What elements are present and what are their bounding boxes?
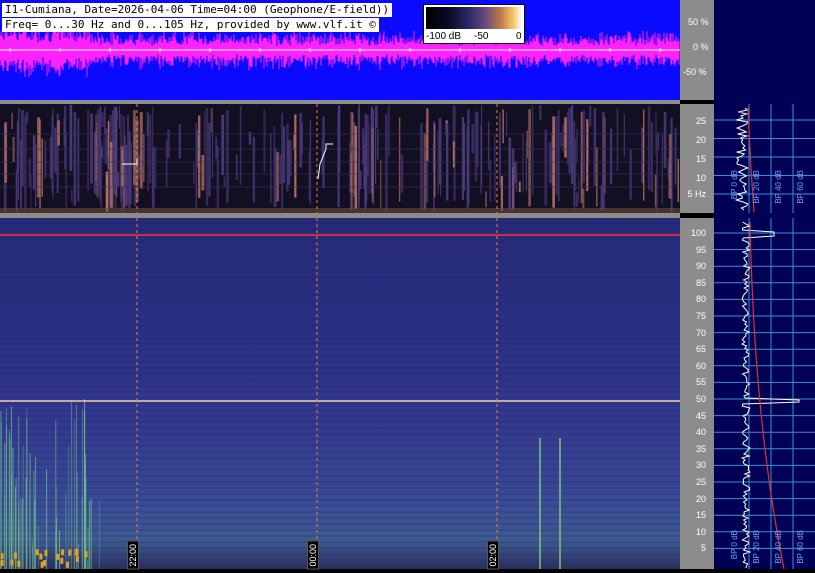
high-tick-45: 45 bbox=[695, 410, 706, 421]
high-tick-5: 5 bbox=[700, 543, 706, 554]
high-tick-75: 75 bbox=[695, 311, 706, 321]
high-band-axis: 100 95 90 85 80 75 70 65 60 55 50 45 40 35 30 25 20 15 10 5 bbox=[680, 218, 714, 569]
time-marker-2200: 22:00 bbox=[127, 541, 139, 570]
high-tick-10: 10 bbox=[695, 526, 706, 537]
high-tick-30: 30 bbox=[695, 460, 706, 471]
high-tick-60: 60 bbox=[695, 360, 706, 371]
bp-label-20-lower: BP 20 dB bbox=[752, 530, 761, 564]
time-marker-0200: 02:00 bbox=[487, 541, 499, 570]
amp-label-50: 50 % bbox=[688, 17, 709, 27]
high-tick-20: 20 bbox=[695, 493, 706, 504]
bp-label-60: BP 60 dB bbox=[796, 170, 805, 204]
colorbar-legend: -100 dB -50 0 bbox=[423, 4, 525, 44]
low-tick-10: 10 bbox=[695, 173, 706, 183]
high-tick-25: 25 bbox=[695, 477, 706, 487]
spectrum-panel: BP 0 dB BP 20 dB BP 40 dB BP 60 dB BP 0 … bbox=[714, 0, 815, 570]
low-tick-25: 25 bbox=[695, 116, 706, 126]
low-tick-5: 5 Hz bbox=[687, 189, 706, 199]
high-tick-50: 50 bbox=[695, 394, 706, 404]
low-tick-15: 15 bbox=[695, 154, 706, 164]
high-tick-85: 85 bbox=[695, 277, 706, 288]
spectrogram-low-band bbox=[0, 104, 680, 213]
title-line: I1-Cumiana, Date=2026-04-06 Time=04:00 (… bbox=[2, 3, 393, 17]
high-tick-40: 40 bbox=[695, 427, 706, 438]
high-tick-70: 70 bbox=[695, 327, 706, 338]
high-tick-90: 90 bbox=[695, 261, 706, 272]
colorbar-label-max: 0 bbox=[516, 31, 522, 42]
high-band-plot bbox=[0, 218, 680, 569]
high-tick-35: 35 bbox=[695, 443, 706, 454]
bp-label-0: BP 0 dB bbox=[730, 170, 739, 200]
high-tick-100: 100 bbox=[690, 228, 706, 238]
high-tick-65: 65 bbox=[695, 344, 706, 355]
spectrogram-high-band bbox=[0, 218, 680, 569]
bp-label-60-lower: BP 60 dB bbox=[796, 530, 805, 564]
colorbar-label-min: -100 dB bbox=[426, 31, 462, 42]
high-tick-80: 80 bbox=[695, 294, 706, 305]
bp-label-40: BP 40 dB bbox=[774, 170, 783, 204]
colorbar-gradient bbox=[426, 7, 522, 29]
bp-label-0-lower: BP 0 dB bbox=[730, 530, 739, 560]
high-tick-95: 95 bbox=[695, 244, 706, 255]
bp-label-20: BP 20 dB bbox=[752, 170, 761, 204]
bp-label-40-lower: BP 40 dB bbox=[774, 530, 783, 564]
low-tick-20: 20 bbox=[695, 135, 706, 145]
amp-label-0: 0 % bbox=[693, 42, 709, 52]
spectrum-plot bbox=[714, 104, 815, 570]
high-tick-15: 15 bbox=[695, 510, 706, 521]
low-band-plot bbox=[0, 104, 680, 213]
amp-label-neg50: -50 % bbox=[683, 67, 707, 77]
freq-line: Freq= 0...30 Hz and 0...105 Hz, provided… bbox=[2, 18, 379, 32]
low-band-axis: 25 20 15 10 5 Hz bbox=[680, 104, 714, 213]
colorbar-label-mid: -50 bbox=[474, 31, 489, 42]
time-marker-0000: 00:00 bbox=[307, 541, 319, 570]
high-tick-55: 55 bbox=[695, 377, 706, 388]
amplitude-axis: 50 % 0 % -50 % bbox=[680, 0, 714, 100]
